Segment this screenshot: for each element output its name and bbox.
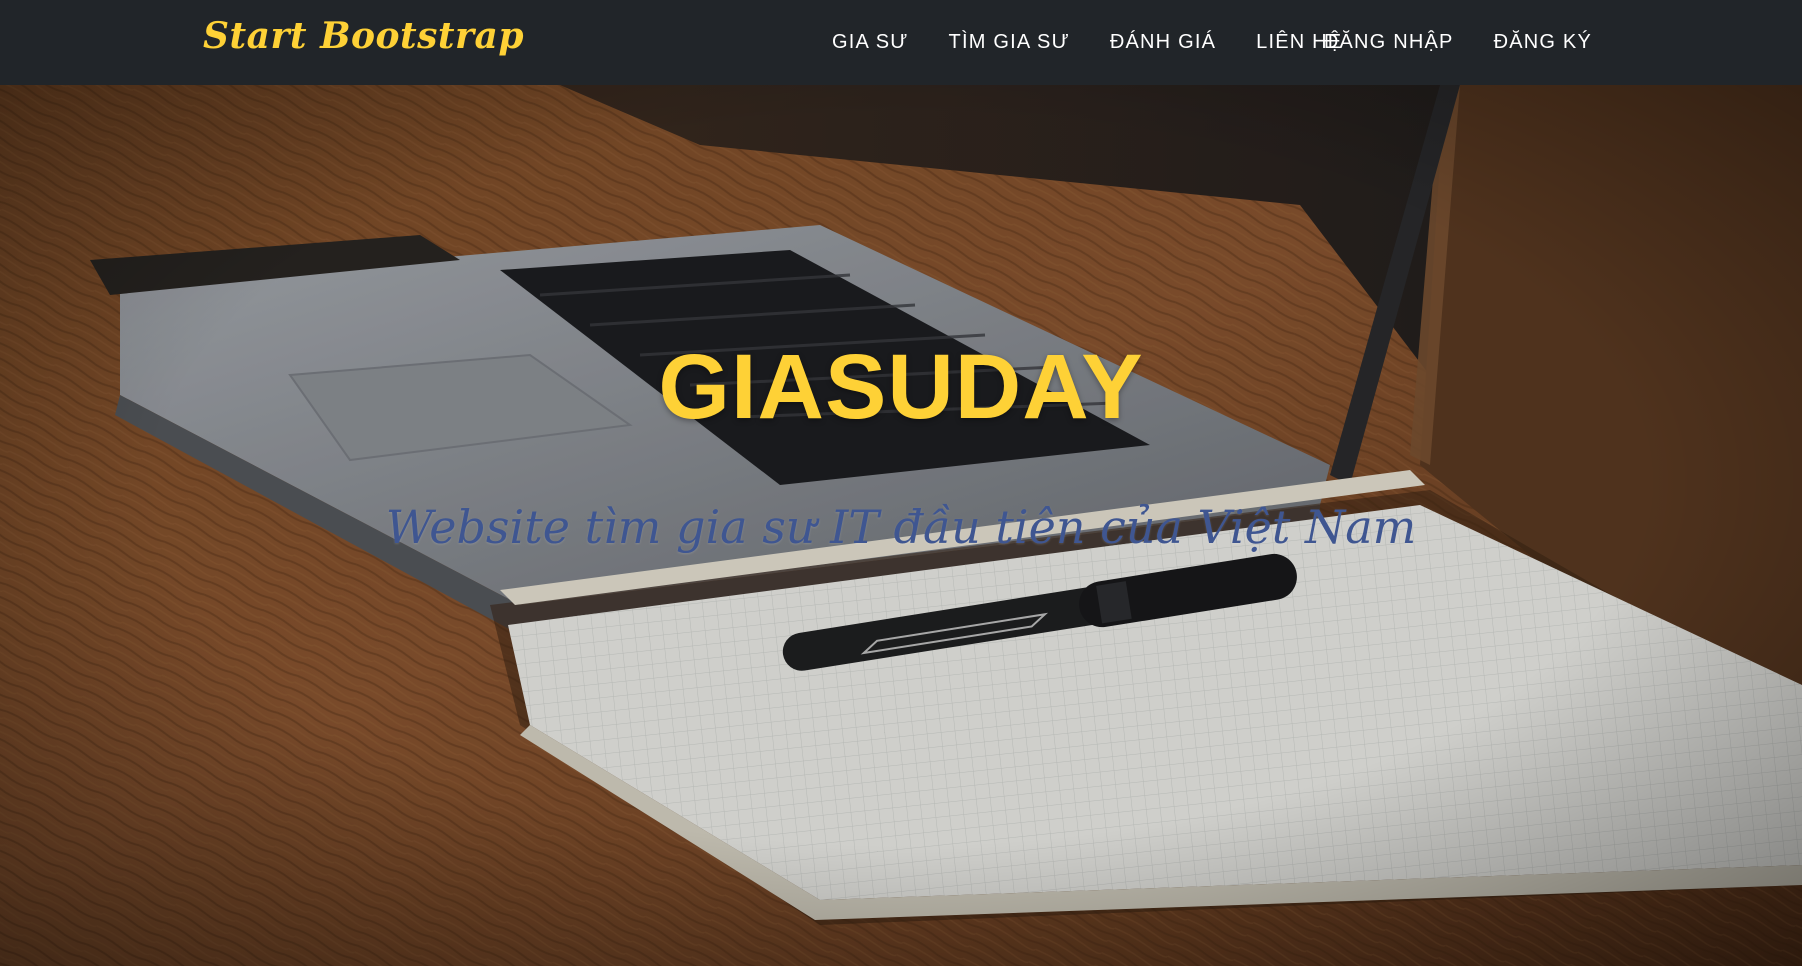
nav-link-gia-su[interactable]: GIA SƯ (812, 31, 929, 54)
nav-link-dang-ky[interactable]: ĐĂNG KÝ (1474, 31, 1612, 54)
nav-link-tim-gia-su[interactable]: TÌM GIA SƯ (929, 31, 1090, 54)
nav-link-danh-gia[interactable]: ĐÁNH GIÁ (1090, 31, 1236, 54)
hero-section: GIASUDAY Website tìm gia sư IT đầu tiên … (0, 85, 1802, 966)
primary-nav: GIA SƯ TÌM GIA SƯ ĐÁNH GIÁ LIÊN HỆ (812, 0, 1362, 85)
hero-content: GIASUDAY Website tìm gia sư IT đầu tiên … (0, 85, 1802, 966)
brand-logo-link[interactable]: Start Bootstrap (203, 15, 524, 57)
hero-heading: GIASUDAY (658, 336, 1144, 438)
hero-subheading: Website tìm gia sư IT đầu tiên của Việt … (385, 500, 1417, 554)
nav-link-dang-nhap[interactable]: ĐĂNG NHẬP (1304, 31, 1474, 54)
top-navbar: Start Bootstrap GIA SƯ TÌM GIA SƯ ĐÁNH G… (0, 0, 1802, 85)
account-nav: ĐĂNG NHẬP ĐĂNG KÝ (1304, 0, 1612, 85)
